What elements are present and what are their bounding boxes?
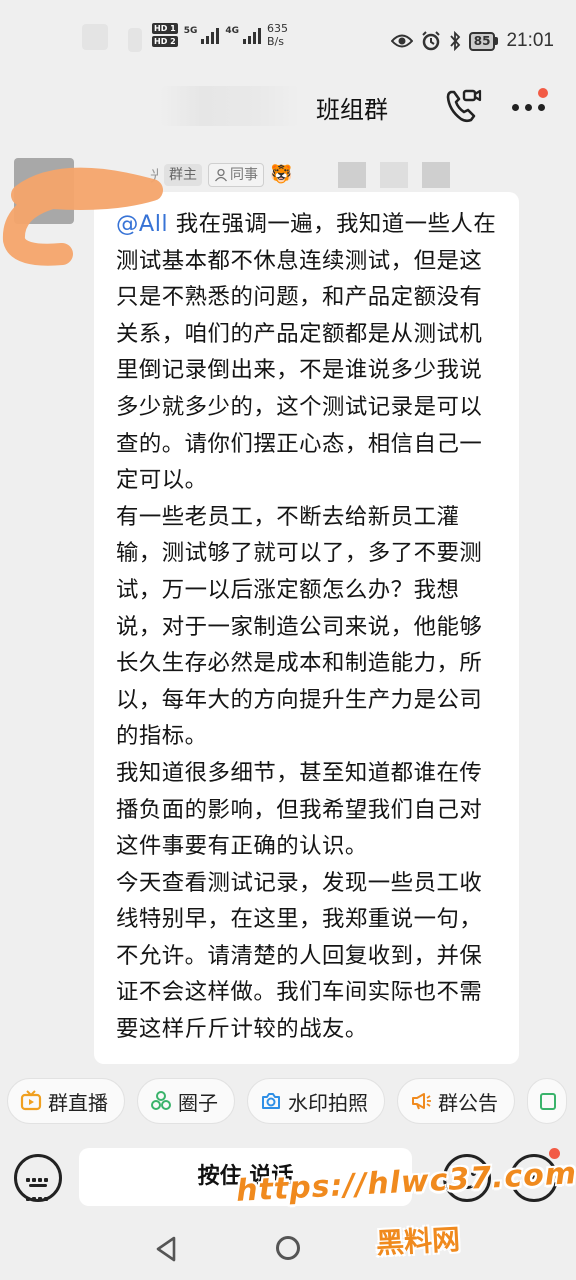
video-call-button[interactable] xyxy=(443,86,483,126)
live-chip[interactable]: 群直播 xyxy=(7,1078,125,1124)
message-paragraph: 今天查看测试记录，发现一些员工收线特别早，在这里，我郑重说一句，不允许。请清楚的… xyxy=(116,869,483,1043)
group-title: 班组群 xyxy=(316,96,388,124)
tiger-badge-icon: 🐯 xyxy=(270,164,293,185)
camera-icon xyxy=(262,1093,280,1109)
more-chip[interactable] xyxy=(527,1078,567,1124)
more-button[interactable] xyxy=(508,88,548,124)
announcement-label: 群公告 xyxy=(438,1090,498,1115)
home-icon[interactable] xyxy=(276,1236,300,1260)
watermark-name: 黑料网 xyxy=(375,1222,461,1261)
more-icon xyxy=(512,104,545,111)
net-speed: 635 B/s xyxy=(267,22,288,48)
back-icon[interactable] xyxy=(152,1234,182,1264)
signal-icon xyxy=(201,26,220,44)
blurred-region xyxy=(338,162,451,188)
hd2-badge: HD 2 xyxy=(152,36,178,47)
net1-label: 5G xyxy=(183,26,198,36)
live-tv-icon xyxy=(20,1090,42,1111)
redaction-scribble xyxy=(2,167,163,266)
status-bar: HD 1 HD 2 5G 4G 635 B/s 85 21:01 xyxy=(0,0,576,78)
signal-icon xyxy=(243,26,261,44)
colleague-badge-label: 同事 xyxy=(230,167,258,183)
message-paragraph: 有一些老员工，不断去给新员工灌输，测试够了就可以了，多了不要测试，万一以后涨定额… xyxy=(116,503,483,750)
notification-dot xyxy=(538,88,548,98)
person-icon xyxy=(214,168,228,182)
network-status: HD 1 HD 2 5G 4G 635 B/s xyxy=(152,22,288,48)
watermark-camera-label: 水印拍照 xyxy=(288,1090,368,1115)
speed-value: 635 xyxy=(267,22,288,35)
colleague-badge: 同事 xyxy=(208,163,264,187)
message-bubble[interactable]: @All 我在强调一遍，我知道一些人在测试基本都不休息连续测试，但是这只是不熟悉… xyxy=(94,192,519,1064)
system-icons: 85 21:01 xyxy=(390,30,554,52)
sender-info: 光 群主 同事 🐯 xyxy=(150,162,451,188)
blurred-region xyxy=(128,28,142,52)
message-paragraph: 我知道很多细节，甚至知道都谁在传播负面的影响，但我希望我们自己对这件事要有正确的… xyxy=(116,759,483,860)
net2-label: 4G xyxy=(225,26,239,36)
quick-actions-bar: 群直播 圈子 水印拍照 群公告 xyxy=(0,1070,576,1132)
system-nav-bar xyxy=(0,1226,576,1280)
eye-icon xyxy=(390,34,413,48)
alarm-icon xyxy=(422,31,440,51)
circles-chip[interactable]: 圈子 xyxy=(137,1078,235,1124)
keyboard-icon xyxy=(25,1168,51,1206)
keyboard-button[interactable] xyxy=(14,1154,62,1202)
battery-level: 85 xyxy=(468,31,496,51)
hd1-badge: HD 1 xyxy=(152,23,178,34)
announcement-chip[interactable]: 群公告 xyxy=(397,1078,515,1124)
speed-unit: B/s xyxy=(267,35,284,48)
blurred-region xyxy=(160,86,300,126)
blurred-region xyxy=(82,24,108,50)
live-label: 群直播 xyxy=(48,1090,108,1115)
clock: 21:01 xyxy=(506,30,554,51)
partial-icon xyxy=(540,1093,556,1110)
bluetooth-icon xyxy=(450,31,460,51)
watermark-camera-chip[interactable]: 水印拍照 xyxy=(247,1078,385,1124)
chat-area[interactable]: 光 群主 同事 🐯 @All 我在强调一遍，我知道一些人在测试基本都不休息连续测… xyxy=(0,140,576,1070)
chat-header: 班组群 xyxy=(0,78,576,140)
circles-icon xyxy=(151,1091,171,1110)
video-call-icon xyxy=(446,89,482,123)
hd-badges: HD 1 HD 2 xyxy=(152,23,178,47)
circles-label: 圈子 xyxy=(178,1090,218,1115)
megaphone-icon xyxy=(412,1093,431,1110)
battery-icon: 85 xyxy=(468,31,499,51)
message-text: @All 我在强调一遍，我知道一些人在测试基本都不休息连续测试，但是这只是不熟悉… xyxy=(116,206,503,1048)
